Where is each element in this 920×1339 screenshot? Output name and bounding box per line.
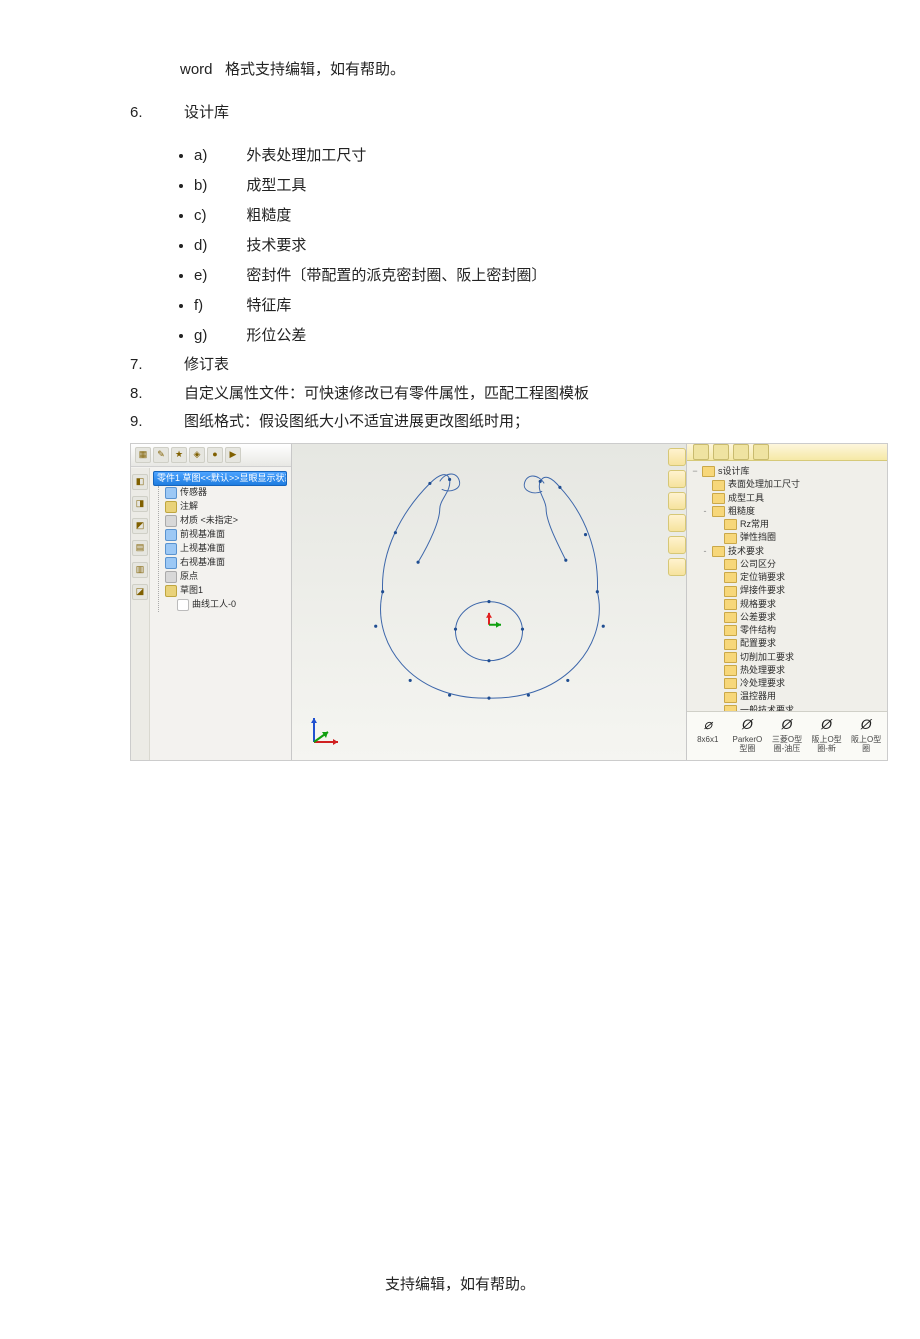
feature-tree-panel: ▦ ✎ ★ ◈ ● ▶ ◧ ◨ ◩ ▤ ▥ ◪ 零件1 草图<<默认>>显眼显示… bbox=[131, 444, 292, 760]
library-tree-node[interactable]: 焊接件要求 bbox=[691, 584, 883, 597]
library-toolbar bbox=[687, 444, 887, 462]
list-item-6: 6. 设计库 bbox=[130, 99, 790, 128]
side-tab-icon[interactable]: ◧ bbox=[132, 474, 148, 490]
view-triad-icon bbox=[308, 712, 344, 748]
list-item-7: 7. 修订表 bbox=[130, 351, 790, 380]
tree-node[interactable]: 原点 bbox=[165, 570, 287, 584]
tree-node[interactable]: 右视基准面 bbox=[165, 556, 287, 570]
tree-root-highlight[interactable]: 零件1 草图<<默认>>显眼显示状态 bbox=[153, 471, 287, 486]
sketch-figure bbox=[292, 444, 686, 755]
sketch-canvas[interactable] bbox=[292, 444, 686, 760]
toolbar-icon[interactable]: ✎ bbox=[153, 447, 169, 463]
list-item-9: 9. 图纸格式：假设图纸大小不适宜进展更改图纸时用； bbox=[130, 408, 790, 437]
sub-list-item: b) 成型工具 bbox=[194, 171, 790, 201]
library-tree-node[interactable]: -技术要求 bbox=[691, 545, 883, 558]
library-toolbar-icon[interactable] bbox=[713, 444, 729, 460]
library-tree-node[interactable]: 切削加工要求 bbox=[691, 651, 883, 664]
thumbnail-item[interactable]: ⌀8x6x1 bbox=[691, 716, 725, 756]
library-tree-node[interactable]: 配置要求 bbox=[691, 637, 883, 650]
sub-list-item: g) 形位公差 bbox=[194, 321, 790, 351]
sub-list-item: f) 特征库 bbox=[194, 291, 790, 321]
library-tree-node[interactable]: 定位销要求 bbox=[691, 571, 883, 584]
library-tree-node[interactable]: 公司区分 bbox=[691, 558, 883, 571]
tree-node[interactable]: 曲线工人-0 bbox=[165, 598, 287, 612]
tree-node[interactable]: 传感器 bbox=[165, 486, 287, 500]
toolbar-icon[interactable]: ◈ bbox=[189, 447, 205, 463]
item-number: 6. bbox=[130, 99, 158, 128]
embedded-screenshot: ▦ ✎ ★ ◈ ● ▶ ◧ ◨ ◩ ▤ ▥ ◪ 零件1 草图<<默认>>显眼显示… bbox=[130, 443, 888, 761]
sub-list-item: e) 密封件〔带配置的派克密封圈、阪上密封圈〕 bbox=[194, 261, 790, 291]
tree-node[interactable]: 上视基准面 bbox=[165, 542, 287, 556]
library-tree-root[interactable]: −s设计库 bbox=[691, 465, 883, 478]
sub-list-item: c) 粗糙度 bbox=[194, 201, 790, 231]
thumbnail-item[interactable]: ØParkerO型圈 bbox=[731, 716, 765, 756]
design-library-panel: −s设计库 表面处理加工尺寸成型工具-粗糙度Rz常用弹性挡圈-技术要求公司区分定… bbox=[686, 444, 887, 760]
toolbar-icon[interactable]: ● bbox=[207, 447, 223, 463]
library-tree-node[interactable]: 温控器用 bbox=[691, 690, 883, 703]
tree-node[interactable]: 草图1 bbox=[165, 584, 287, 598]
item-number: 7. bbox=[130, 351, 158, 380]
library-tree-node[interactable]: 表面处理加工尺寸 bbox=[691, 478, 883, 491]
side-tab-icon[interactable]: ▥ bbox=[132, 562, 148, 578]
library-toolbar-icon[interactable] bbox=[733, 444, 749, 460]
toolbar-icon[interactable]: ★ bbox=[171, 447, 187, 463]
library-tree-node[interactable]: 冷处理要求 bbox=[691, 677, 883, 690]
library-tree-node[interactable]: 成型工具 bbox=[691, 492, 883, 505]
library-tree-node[interactable]: Rz常用 bbox=[691, 518, 883, 531]
side-tab-icon[interactable]: ◩ bbox=[132, 518, 148, 534]
item-text: 设计库 bbox=[184, 99, 229, 128]
document-page: word 格式支持编辑，如有帮助。 6. 设计库 a) 外表处理加工尺寸 b) … bbox=[0, 0, 920, 1339]
toolbar-icon[interactable]: ▦ bbox=[135, 447, 151, 463]
bottom-note: 支持编辑，如有帮助。 bbox=[130, 1271, 790, 1300]
library-tree-node[interactable]: 一般技术要求 bbox=[691, 704, 883, 711]
side-tab-icon[interactable]: ▤ bbox=[132, 540, 148, 556]
thumbnail-item[interactable]: Ø阪上O型圈-新 bbox=[810, 716, 844, 756]
tree-node[interactable]: 前视基准面 bbox=[165, 528, 287, 542]
list-item-8: 8. 自定义属性文件：可快速修改已有零件属性，匹配工程图模板 bbox=[130, 380, 790, 409]
feature-tree-toolbar: ▦ ✎ ★ ◈ ● ▶ bbox=[131, 444, 291, 467]
tree-node[interactable]: 注解 bbox=[165, 500, 287, 514]
side-tabs: ◧ ◨ ◩ ▤ ▥ ◪ bbox=[131, 468, 150, 760]
side-tab-icon[interactable]: ◨ bbox=[132, 496, 148, 512]
library-tree-node[interactable]: 规格要求 bbox=[691, 598, 883, 611]
library-thumbnails: ⌀8x6x1 ØParkerO型圈 Ø三菱O型圈-油压 Ø阪上O型圈-新 Ø阪上… bbox=[687, 711, 887, 760]
library-toolbar-icon[interactable] bbox=[693, 444, 709, 460]
feature-tree: 零件1 草图<<默认>>显眼显示状态 传感器 注解 材质 <未指定> 前视基准面… bbox=[149, 467, 291, 616]
sub-list: a) 外表处理加工尺寸 b) 成型工具 c) 粗糙度 d) 技术要求 e) 密封… bbox=[130, 141, 790, 351]
item-text: 修订表 bbox=[184, 351, 229, 380]
library-tree: −s设计库 表面处理加工尺寸成型工具-粗糙度Rz常用弹性挡圈-技术要求公司区分定… bbox=[687, 461, 887, 711]
top-note-rest: 格式支持编辑，如有帮助。 bbox=[225, 61, 405, 78]
tree-node[interactable]: 材质 <未指定> bbox=[165, 514, 287, 528]
top-note-prefix: word bbox=[180, 61, 213, 78]
thumbnail-item[interactable]: Ø三菱O型圈-油压 bbox=[770, 716, 804, 756]
library-tree-node[interactable]: -粗糙度 bbox=[691, 505, 883, 518]
item-number: 9. bbox=[130, 408, 158, 437]
origin-icon bbox=[477, 613, 501, 642]
item-number: 8. bbox=[130, 380, 158, 409]
spacer bbox=[130, 127, 790, 139]
sub-list-item: d) 技术要求 bbox=[194, 231, 790, 261]
library-tree-node[interactable]: 零件结构 bbox=[691, 624, 883, 637]
library-tree-node[interactable]: 公差要求 bbox=[691, 611, 883, 624]
toolbar-icon[interactable]: ▶ bbox=[225, 447, 241, 463]
library-tree-node[interactable]: 弹性挡圈 bbox=[691, 531, 883, 544]
item-text: 自定义属性文件：可快速修改已有零件属性，匹配工程图模板 bbox=[184, 380, 589, 409]
library-toolbar-icon[interactable] bbox=[753, 444, 769, 460]
side-tab-icon[interactable]: ◪ bbox=[132, 584, 148, 600]
top-note: word 格式支持编辑，如有帮助。 bbox=[180, 56, 790, 85]
thumbnail-item[interactable]: Ø阪上O型圈 bbox=[849, 716, 883, 756]
sub-list-item: a) 外表处理加工尺寸 bbox=[194, 141, 790, 171]
library-tree-node[interactable]: 热处理要求 bbox=[691, 664, 883, 677]
item-text: 图纸格式：假设图纸大小不适宜进展更改图纸时用； bbox=[184, 408, 529, 437]
